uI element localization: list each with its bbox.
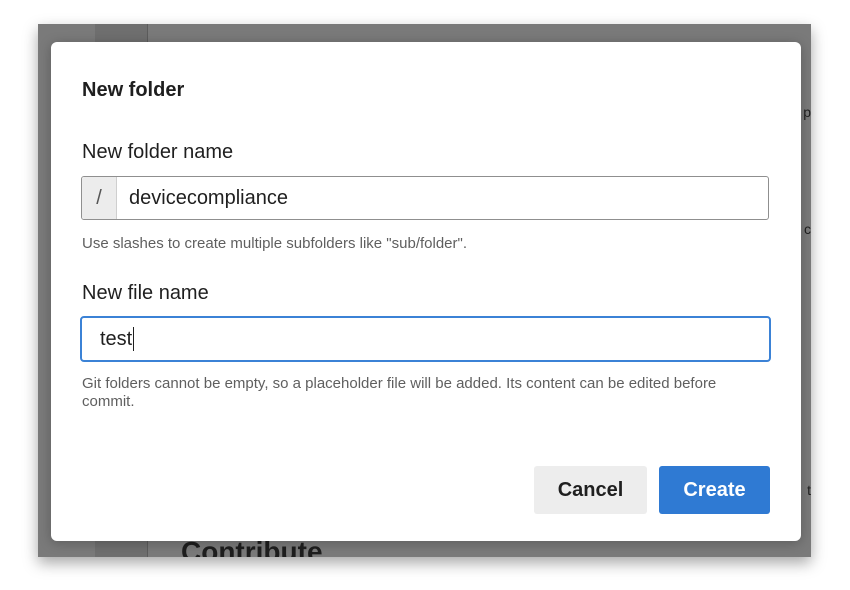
cancel-button[interactable]: Cancel <box>534 466 647 514</box>
folder-name-label: New folder name <box>82 141 234 163</box>
text-caret <box>133 327 135 351</box>
create-button[interactable]: Create <box>659 466 770 514</box>
folder-name-help: Use slashes to create multiple subfolder… <box>82 235 467 252</box>
file-name-help: Git folders cannot be empty, so a placeh… <box>82 375 717 410</box>
background-edge-text: t <box>807 482 811 498</box>
folder-path-prefix: / <box>82 177 117 219</box>
background-edge-text: c <box>804 221 811 237</box>
new-folder-dialog: New folder New folder name / devicecompl… <box>51 42 801 541</box>
file-name-label: New file name <box>82 282 209 304</box>
file-name-value: test <box>100 327 133 350</box>
background-edge-text: p <box>803 104 811 120</box>
folder-name-input[interactable]: devicecompliance <box>117 177 768 219</box>
dialog-title: New folder <box>82 79 185 101</box>
folder-name-field[interactable]: / devicecompliance <box>81 176 769 220</box>
file-name-input[interactable]: test <box>80 316 771 362</box>
